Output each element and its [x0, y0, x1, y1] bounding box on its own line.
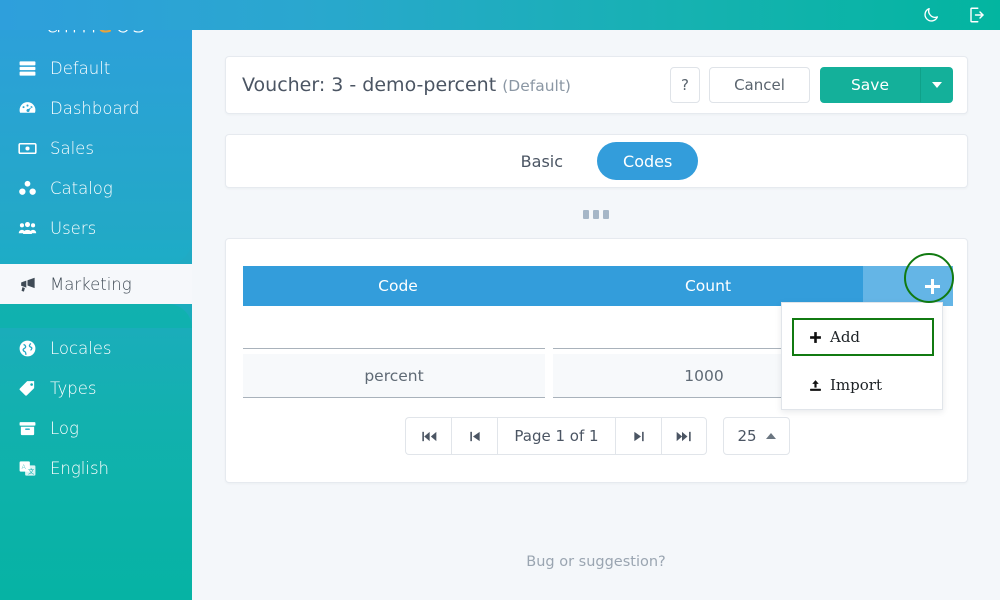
- money-bill-icon: [18, 139, 44, 158]
- page-size-select[interactable]: 25: [723, 417, 790, 455]
- tag-icon: [18, 379, 44, 398]
- footer: Bug or suggestion?: [192, 554, 1000, 570]
- save-button[interactable]: Save: [820, 67, 920, 103]
- tab-bar: Basic Codes: [225, 134, 968, 188]
- filter-input-code[interactable]: [243, 309, 545, 349]
- column-header-actions: [863, 266, 953, 306]
- dashboard-icon: [18, 99, 44, 118]
- save-dropdown-button[interactable]: [920, 67, 953, 103]
- sidebar-item-sales[interactable]: Sales: [0, 128, 192, 168]
- dropdown-item-add[interactable]: Add: [793, 319, 933, 355]
- add-code-button[interactable]: [919, 273, 945, 299]
- loading-dot: [593, 210, 599, 219]
- sidebar-item-label: Sales: [50, 138, 94, 158]
- pagination-group: Page 1 of 1: [405, 417, 707, 455]
- dropdown-item-label: Import: [830, 376, 882, 394]
- globe-icon: [18, 339, 44, 358]
- sidebar-item-catalog[interactable]: Catalog: [0, 168, 192, 208]
- sidebar-item-label: Log: [50, 418, 79, 438]
- logout-icon[interactable]: [968, 6, 986, 24]
- loading-dot: [603, 210, 609, 219]
- sidebar-item-log[interactable]: Log: [0, 408, 192, 448]
- pagination-last-button[interactable]: [661, 417, 707, 455]
- svg-text:A: A: [21, 463, 26, 470]
- column-header-code[interactable]: Code: [243, 266, 553, 306]
- sidebar-item-label: Catalog: [50, 178, 113, 198]
- sidebar-item-marketing[interactable]: Marketing: [0, 264, 192, 304]
- plus-icon: [924, 278, 940, 294]
- tab-basic[interactable]: Basic: [495, 142, 589, 180]
- add-dropdown-menu: Add Import: [781, 302, 943, 410]
- bug-report-link[interactable]: Bug or suggestion?: [526, 554, 666, 570]
- plus-icon: [809, 331, 822, 344]
- dropdown-item-import[interactable]: Import: [793, 367, 933, 403]
- pagination-page-label: Page 1 of 1: [497, 417, 615, 455]
- chevron-up-icon: [765, 433, 776, 439]
- moon-icon[interactable]: [922, 6, 940, 24]
- main-content: Voucher: 3 - demo-percent (Default) ? Ca…: [192, 30, 1000, 600]
- chevron-down-icon: [931, 82, 942, 88]
- sidebar-item-default[interactable]: Default: [0, 48, 192, 88]
- topbar: [0, 0, 1000, 30]
- users-icon: [18, 219, 44, 238]
- sidebar-item-label: Dashboard: [50, 98, 140, 118]
- sidebar-notch-top-fill: [0, 240, 192, 264]
- page-title: Voucher: 3 - demo-percent (Default): [242, 74, 670, 96]
- page-title-suffix: (Default): [502, 77, 571, 95]
- language-icon: A文: [18, 459, 44, 478]
- dropdown-item-label: Add: [830, 328, 861, 346]
- app-root: aimeos Default Dashboard Sales: [0, 0, 1000, 600]
- tab-codes[interactable]: Codes: [597, 142, 699, 180]
- pagination-prev-button[interactable]: [451, 417, 497, 455]
- topbar-actions: [922, 0, 986, 30]
- sidebar-notch-bottom-fill: [0, 304, 192, 328]
- sidebar-item-label: English: [50, 458, 110, 478]
- sidebar: aimeos Default Dashboard Sales: [0, 0, 192, 600]
- server-icon: [18, 59, 44, 78]
- loading-indicator: [192, 210, 1000, 219]
- pagination: Page 1 of 1 25: [226, 417, 969, 455]
- sidebar-item-types[interactable]: Types: [0, 368, 192, 408]
- sidebar-item-dashboard[interactable]: Dashboard: [0, 88, 192, 128]
- page-size-value: 25: [737, 427, 757, 445]
- page-header-card: Voucher: 3 - demo-percent (Default) ? Ca…: [225, 56, 968, 114]
- pagination-first-button[interactable]: [405, 417, 451, 455]
- sidebar-item-label: Types: [50, 378, 97, 398]
- loading-dot: [583, 210, 589, 219]
- column-header-count[interactable]: Count: [553, 266, 863, 306]
- sidebar-item-label: Users: [50, 218, 97, 238]
- sidebar-item-label: Marketing: [50, 274, 132, 294]
- sidebar-item-label: Default: [50, 58, 111, 78]
- sidebar-item-english[interactable]: A文 English: [0, 448, 192, 488]
- cubes-icon: [18, 179, 44, 198]
- help-button[interactable]: ?: [670, 67, 700, 103]
- sidebar-item-label: Locales: [50, 338, 112, 358]
- bullhorn-icon: [18, 275, 44, 294]
- table-header-row: Code Count: [243, 266, 953, 306]
- filter-cell-code: [243, 309, 545, 352]
- pagination-next-button[interactable]: [615, 417, 661, 455]
- page-title-text: Voucher: 3 - demo-percent: [242, 74, 497, 96]
- svg-text:文: 文: [28, 466, 35, 475]
- archive-icon: [18, 419, 44, 438]
- upload-icon: [809, 379, 822, 392]
- codes-list-card: Code Count percent 1000 Add Import Page …: [225, 238, 968, 483]
- sidebar-item-locales[interactable]: Locales: [0, 328, 192, 368]
- cancel-button[interactable]: Cancel: [709, 67, 810, 103]
- cell-code: percent: [243, 354, 545, 398]
